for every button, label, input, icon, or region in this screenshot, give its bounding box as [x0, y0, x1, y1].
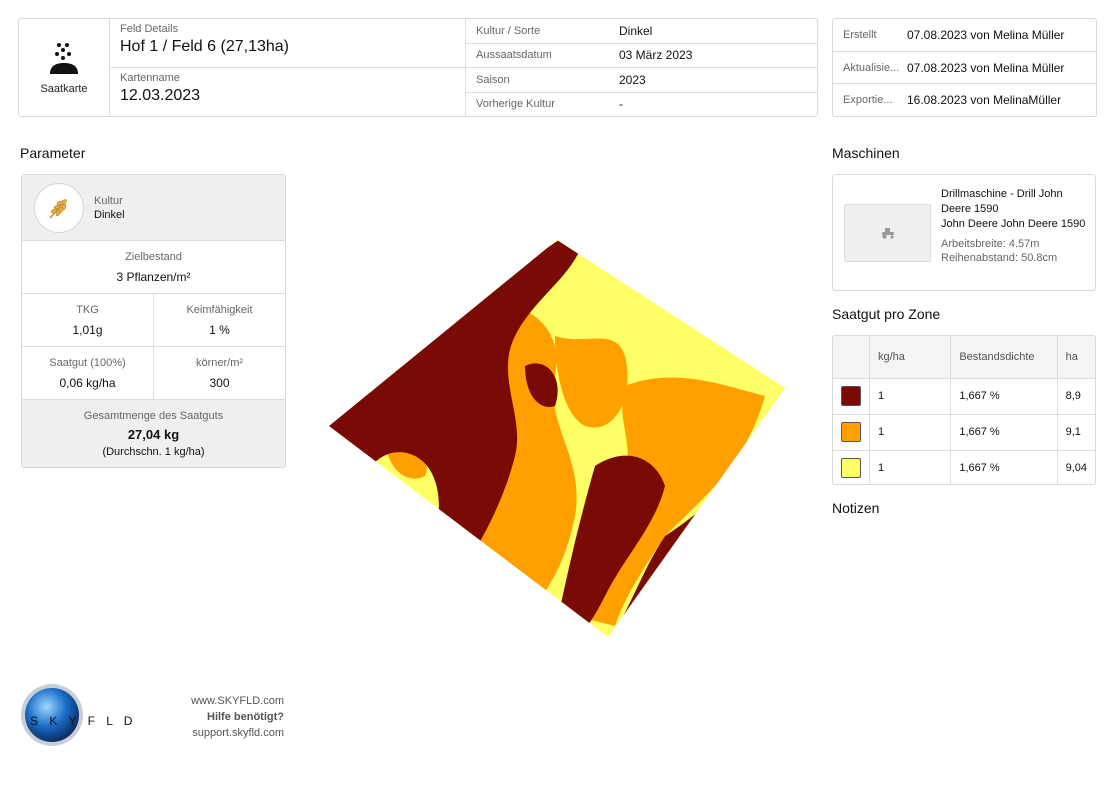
crop-row: Kultur Dinkel — [22, 175, 285, 241]
field-details-value: Hof 1 / Feld 6 (27,13ha) — [120, 38, 289, 55]
zone-row: 1 1,667 % 9,1 — [833, 414, 1095, 451]
crop-info-row: Vorherige Kultur - — [466, 93, 817, 117]
crop-info-row: Aussaatsdatum 03 März 2023 — [466, 44, 817, 68]
crop-info-value: - — [619, 97, 623, 112]
meta-value: 07.08.2023 von Melina Müller — [907, 60, 1065, 75]
meta-exported-row: Exportie... 16.08.2023 von MelinaMüller — [833, 84, 1096, 116]
seed-map-logo: Saatkarte — [19, 19, 110, 116]
zone-table-card: kg/ha Bestandsdichte ha 1 1,667 % 8,9 1 … — [832, 335, 1096, 485]
zones-title: Saatgut pro Zone — [832, 306, 941, 322]
crop-info-value: 2023 — [619, 72, 646, 87]
map-name-label: Kartenname — [120, 72, 180, 84]
tkg-label: TKG — [76, 303, 99, 316]
crop-info-row: Kultur / Sorte Dinkel — [466, 19, 817, 44]
meta-card: Erstellt 07.08.2023 von Melina Müller Ak… — [832, 18, 1097, 117]
machine-name: Drillmaschine - Drill John Deere 1590 — [941, 188, 1063, 215]
grains-value: 300 — [209, 375, 230, 390]
machines-title: Maschinen — [832, 145, 900, 161]
meta-label: Exportie... — [843, 94, 893, 107]
zone-table: kg/ha Bestandsdichte ha 1 1,667 % 8,9 1 … — [833, 336, 1095, 484]
zone-kgha: 1 — [868, 378, 951, 415]
machine-row-spacing: Reihenabstand: 50.8cm — [941, 252, 1058, 264]
crop-info-label: Vorherige Kultur — [476, 98, 555, 111]
zone-ha: 9,1 — [1056, 414, 1095, 451]
field-details-label: Feld Details — [120, 23, 179, 35]
meta-updated-row: Aktualisie... 07.08.2023 von Melina Müll… — [833, 52, 1096, 85]
grains-label: körner/m² — [195, 356, 244, 369]
zone-kgha: 1 — [868, 450, 951, 484]
crop-info-label: Kultur / Sorte — [476, 24, 541, 37]
machine-model: John Deere John Deere 1590 — [941, 218, 1086, 230]
zone-header-ha: ha — [1056, 336, 1095, 379]
parameter-card: Kultur Dinkel Zielbestand 3 Pflanzen/m² … — [21, 174, 286, 468]
crop-label: Kultur — [94, 194, 123, 207]
meta-value: 07.08.2023 von Melina Müller — [907, 27, 1065, 42]
crop-info-value: 03 März 2023 — [619, 48, 693, 63]
meta-created-row: Erstellt 07.08.2023 von Melina Müller — [833, 19, 1096, 52]
notes-title: Notizen — [832, 500, 880, 516]
zone-row: 1 1,667 % 8,9 — [833, 378, 1095, 415]
zone-header-color — [833, 336, 870, 379]
skyfld-brand-text: S K Y F L D — [30, 714, 137, 728]
machine-card: Drillmaschine - Drill John Deere 1590 Jo… — [832, 174, 1096, 291]
meta-value: 16.08.2023 von MelinaMüller — [907, 93, 1062, 108]
target-value: 3 Pflanzen/m² — [116, 269, 191, 284]
tkg-germ-row: TKG 1,01g Keimfähigkeit 1 % — [22, 294, 285, 347]
total-value: 27,04 kg — [127, 427, 180, 442]
crop-avatar — [34, 182, 84, 233]
zone-kgha: 1 — [868, 414, 951, 451]
zone-density: 1,667 % — [950, 414, 1058, 451]
germination-label: Keimfähigkeit — [186, 303, 253, 316]
parameter-title: Parameter — [20, 145, 86, 161]
seed-value: 0,06 kg/ha — [59, 375, 116, 390]
crop-info-label: Aussaatsdatum — [476, 49, 552, 62]
field-header-card: Saatkarte Feld Details Hof 1 / Feld 6 (2… — [18, 18, 818, 117]
support-link[interactable]: support.skyfld.com — [150, 725, 284, 741]
crop-value: Dinkel — [94, 208, 125, 221]
total-average: (Durchschn. 1 kg/ha) — [102, 446, 205, 458]
help-text: Hilfe benötigt? — [207, 711, 284, 723]
tkg-value: 1,01g — [72, 322, 103, 337]
crop-info-value: Dinkel — [619, 23, 653, 38]
seed-map-label: Saatkarte — [40, 82, 88, 95]
crop-info-row: Saison 2023 — [466, 68, 817, 93]
field-details: Feld Details Hof 1 / Feld 6 (27,13ha) Ka… — [110, 19, 466, 116]
wheat-icon — [49, 198, 67, 218]
zone-header-kgha: kg/ha — [868, 336, 951, 379]
zone-density: 1,667 % — [950, 450, 1058, 484]
skyfld-logo: S K Y F L D — [20, 682, 140, 748]
machine-width: Arbeitsbreite: 4.57m — [941, 238, 1040, 250]
target-label: Zielbestand — [125, 250, 182, 263]
target-row: Zielbestand 3 Pflanzen/m² — [22, 241, 285, 294]
zone-color-swatch — [841, 386, 861, 406]
crop-info-label: Saison — [476, 73, 510, 86]
zone-color-swatch — [841, 422, 861, 442]
crop-info-list: Kultur / Sorte Dinkel Aussaatsdatum 03 M… — [466, 19, 817, 116]
zone-ha: 8,9 — [1056, 378, 1095, 415]
zone-ha: 9,04 — [1056, 450, 1095, 484]
meta-label: Aktualisie... — [843, 61, 900, 74]
seed-zone-map — [329, 240, 785, 637]
zone-header-density: Bestandsdichte — [950, 336, 1058, 379]
seed-map-icon — [50, 42, 78, 74]
zone-row: 1 1,667 % 9,04 — [833, 450, 1095, 484]
map-name-value: 12.03.2023 — [120, 87, 201, 104]
website-link[interactable]: www.SKYFLD.com — [150, 693, 284, 709]
total-seed: Gesamtmenge des Saatguts 27,04 kg (Durch… — [22, 400, 285, 467]
total-label: Gesamtmenge des Saatguts — [83, 410, 224, 422]
tractor-icon — [881, 228, 894, 239]
zone-density: 1,667 % — [950, 378, 1058, 415]
footer-links: www.SKYFLD.com Hilfe benötigt? support.s… — [150, 693, 284, 741]
machine-thumbnail — [844, 204, 931, 262]
zone-color-swatch — [841, 458, 861, 479]
meta-label: Erstellt — [843, 28, 877, 41]
zone-table-header: kg/ha Bestandsdichte ha — [833, 336, 1095, 379]
seed-grains-row: Saatgut (100%) 0,06 kg/ha körner/m² 300 — [22, 347, 285, 400]
machine-info: Drillmaschine - Drill John Deere 1590 Jo… — [941, 187, 1091, 265]
seed-label: Saatgut (100%) — [49, 356, 126, 369]
germination-value: 1 % — [209, 322, 230, 337]
